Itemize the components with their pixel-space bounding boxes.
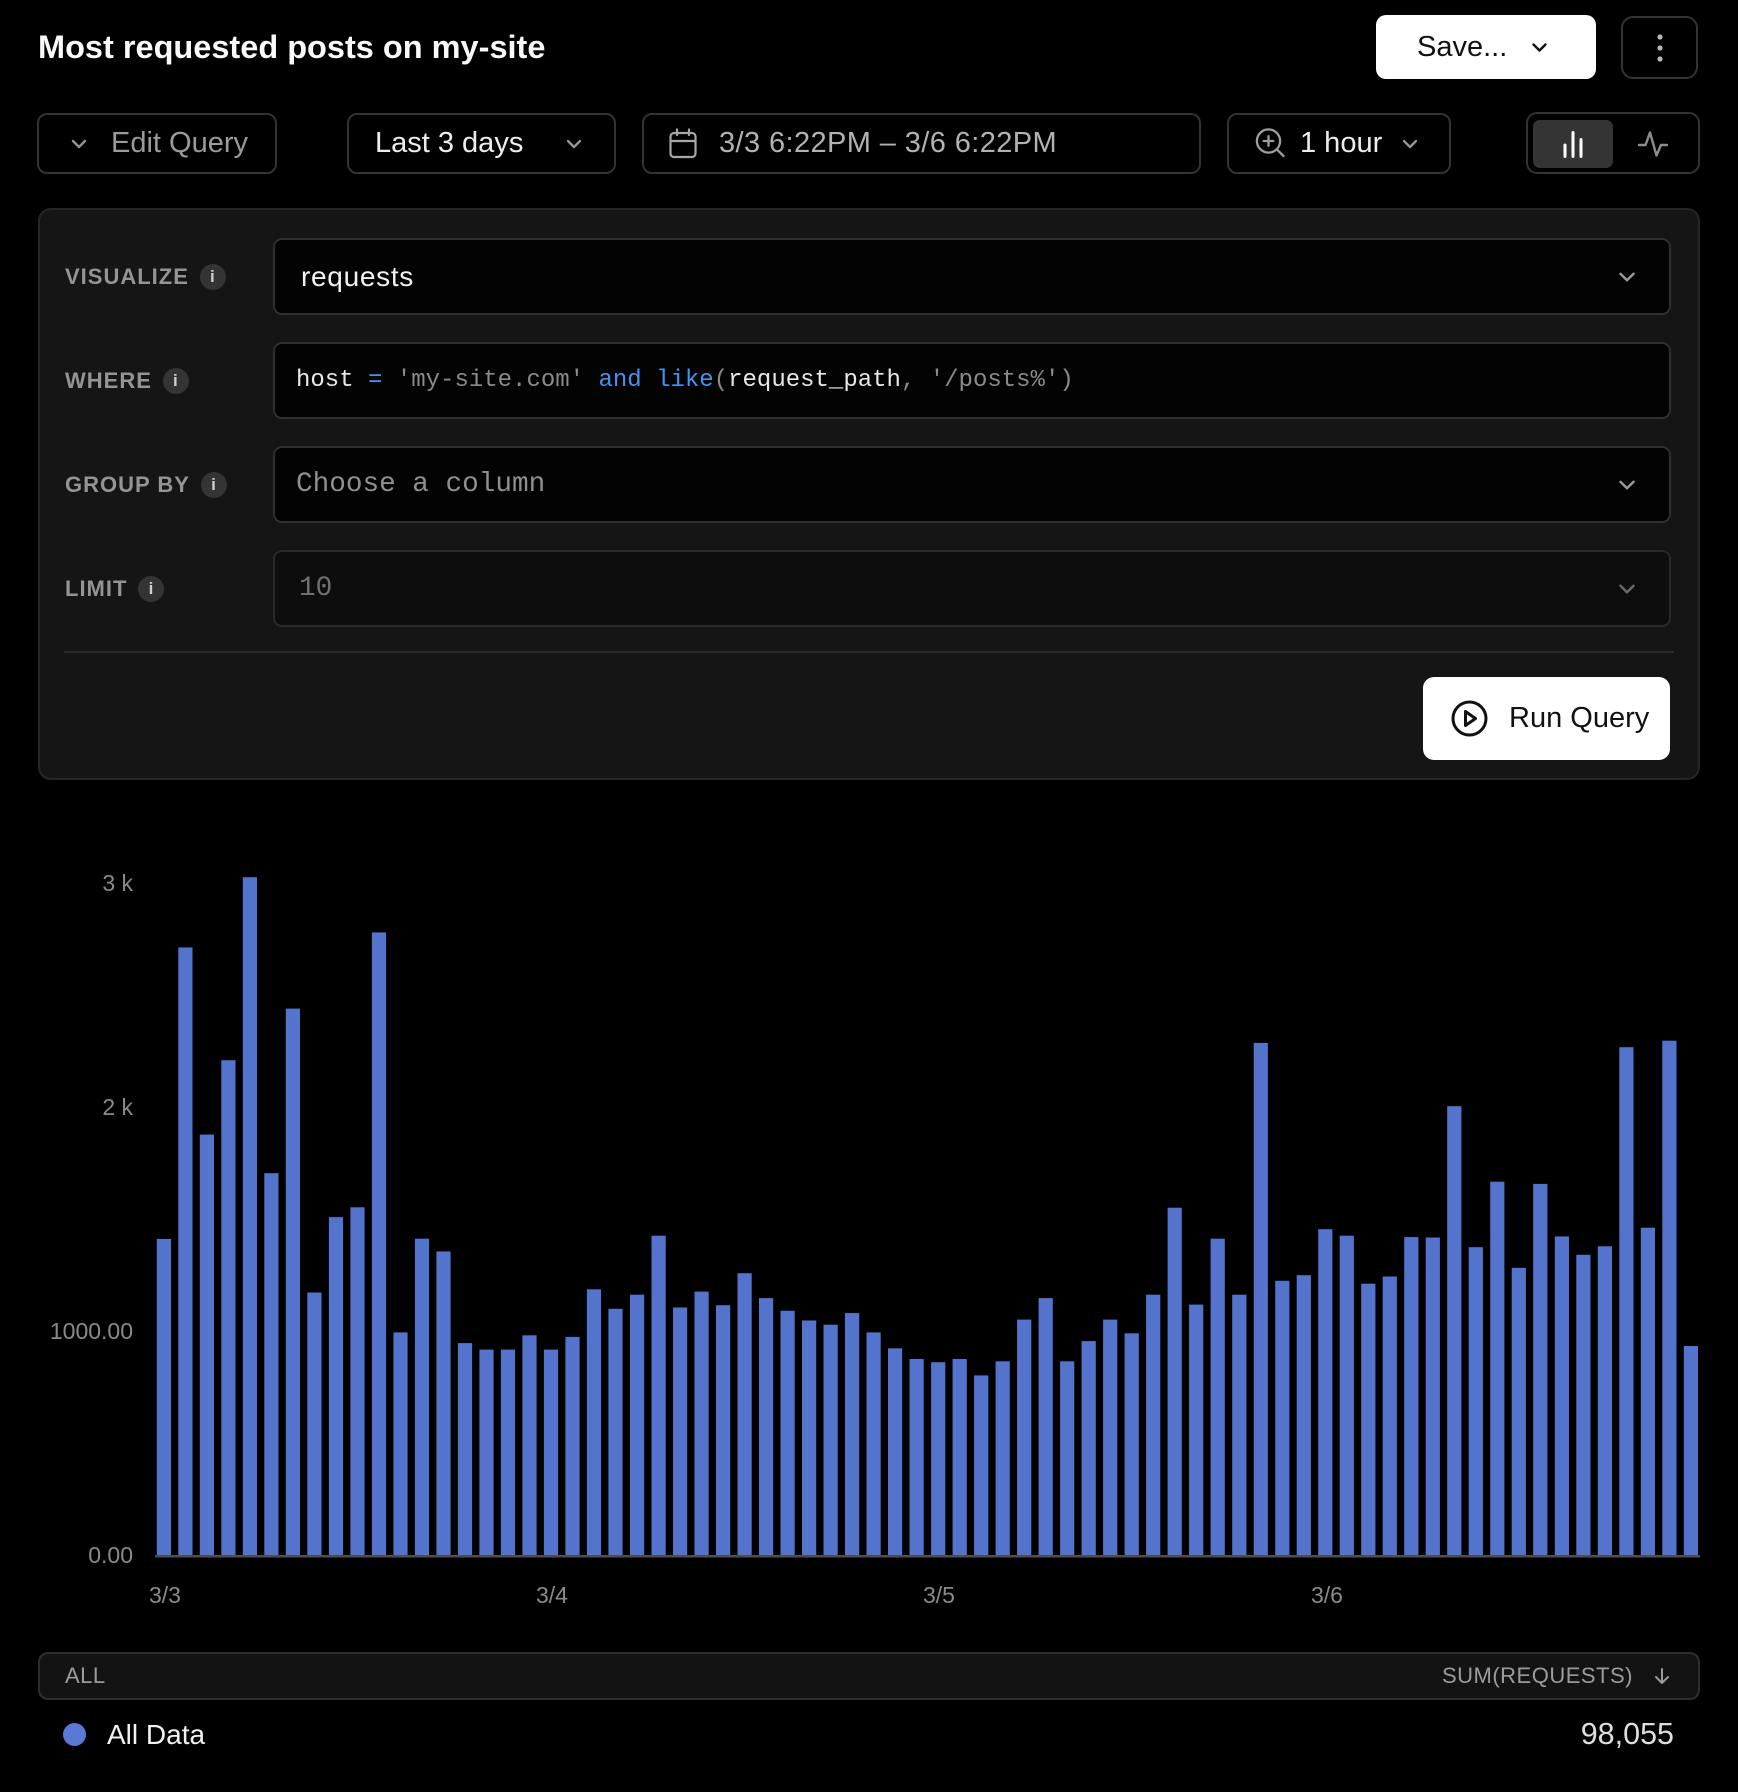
svg-text:3/4: 3/4 (536, 1582, 568, 1608)
svg-text:3 k: 3 k (102, 870, 133, 896)
svg-text:1000.00: 1000.00 (50, 1318, 133, 1344)
svg-text:2 k: 2 k (102, 1094, 133, 1120)
svg-text:3/6: 3/6 (1311, 1582, 1343, 1608)
svg-text:0.00: 0.00 (88, 1542, 133, 1568)
svg-text:3/5: 3/5 (923, 1582, 955, 1608)
svg-text:3/3: 3/3 (149, 1582, 181, 1608)
